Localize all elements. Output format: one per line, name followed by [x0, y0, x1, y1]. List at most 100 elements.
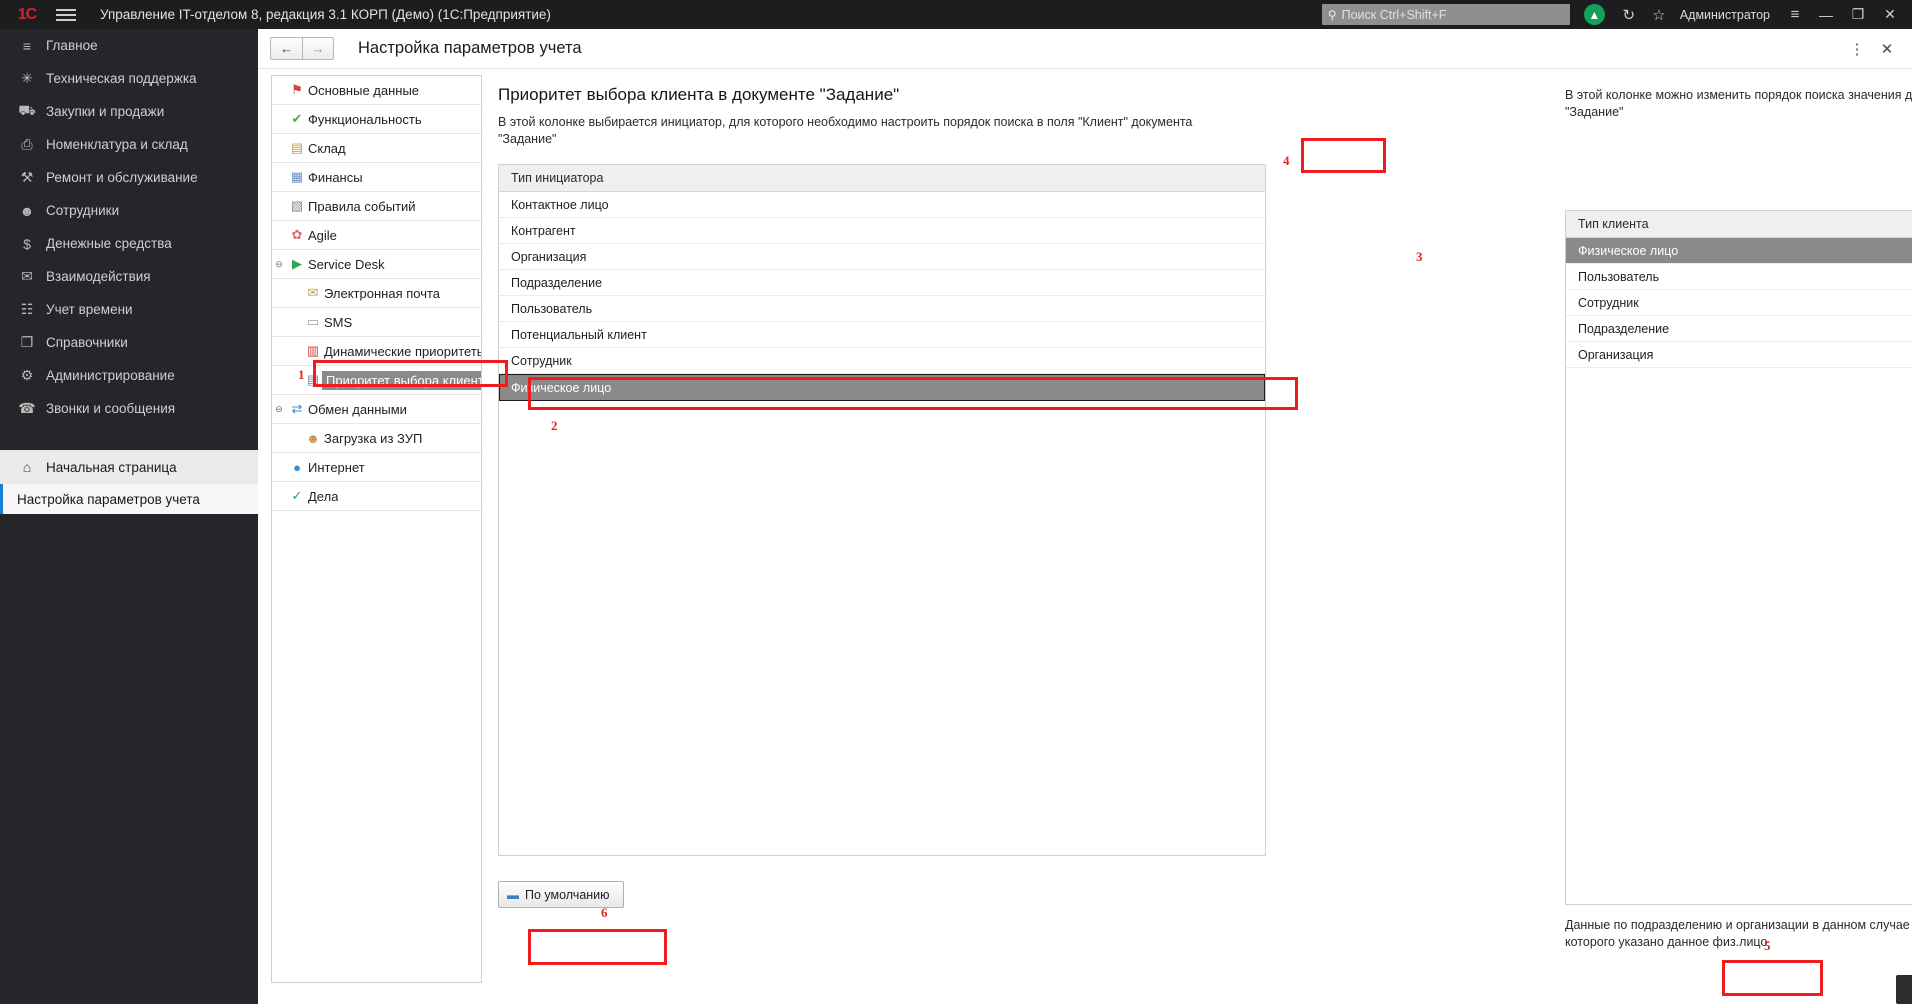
sidebar-item-label: Справочники: [46, 335, 128, 350]
sidebar-item-10[interactable]: ❐Справочники: [0, 326, 258, 359]
tree-item-1[interactable]: ⚑Основные данные: [272, 76, 481, 105]
client-type-row[interactable]: Подразделение: [1566, 316, 1912, 342]
sidebar-item-7[interactable]: $Денежные средства: [0, 227, 258, 260]
tree-item-2[interactable]: ✔Функциональность: [272, 105, 481, 134]
tree-item-10[interactable]: ▥Динамические приоритеты: [272, 337, 481, 366]
client-type-column-header: Тип клиента: [1566, 211, 1912, 238]
tree-item-6[interactable]: ✿Agile: [272, 221, 481, 250]
users-icon: ☻: [14, 203, 40, 219]
forward-button[interactable]: →: [302, 37, 334, 60]
initiator-row[interactable]: Потенциальный клиент: [499, 322, 1265, 348]
tree-item-12[interactable]: ⊖⇄Обмен данными: [272, 395, 481, 424]
app-logo-icon: 1C: [10, 6, 44, 24]
tree-collapse-icon[interactable]: ⊖: [272, 259, 286, 270]
sidebar-item-5[interactable]: ⚒Ремонт и обслуживание: [0, 161, 258, 194]
rules-icon: ▧: [286, 198, 308, 214]
sidebar-item-2[interactable]: ✳Техническая поддержка: [0, 62, 258, 95]
tree-item-14[interactable]: ●Интернет: [272, 453, 481, 482]
dialog-footer-buttons: OK Применить Закрыть: [1563, 975, 1912, 1004]
window-header-actions: ⋮ ✕: [1842, 34, 1912, 64]
tree-item-15[interactable]: ✓Дела: [272, 482, 481, 511]
notification-bell-icon[interactable]: ▲: [1584, 4, 1605, 25]
tree-item-label: Функциональность: [308, 112, 422, 127]
sidebar-item-12[interactable]: ☎Звонки и сообщения: [0, 392, 258, 425]
tree-item-3[interactable]: ▤Склад: [272, 134, 481, 163]
sidebar-item-1[interactable]: ≡Главное: [0, 29, 258, 62]
navigation-buttons: ← →: [270, 37, 334, 60]
settings-tree-rows: ⚑Основные данные✔Функциональность▤Склад▦…: [272, 76, 481, 511]
sidebar-item-label: Учет времени: [46, 302, 133, 317]
sidebar-item-home-label: Начальная страница: [46, 460, 177, 475]
client-type-column: В этой колонке можно изменить порядок по…: [1563, 75, 1912, 983]
sidebar-item-6[interactable]: ☻Сотрудники: [0, 194, 258, 227]
sidebar-item-8[interactable]: ✉Взаимодействия: [0, 260, 258, 293]
minimize-button[interactable]: —: [1810, 0, 1842, 29]
section-description: В этой колонке выбирается инициатор, для…: [498, 114, 1238, 148]
sidebar-open-window-item[interactable]: Настройка параметров учета: [0, 484, 258, 514]
restore-button[interactable]: ❐: [1842, 0, 1874, 29]
star-icon[interactable]: ☆: [1644, 0, 1674, 29]
finance-icon: ▦: [286, 169, 308, 185]
initiator-row[interactable]: Пользователь: [499, 296, 1265, 322]
sidebar-item-11[interactable]: ⚙Администрирование: [0, 359, 258, 392]
search-input[interactable]: ⚲ Поиск Ctrl+Shift+F: [1322, 4, 1570, 25]
heart-icon: ✔: [286, 111, 308, 127]
main-window: ← → Настройка параметров учета ⋮ ✕ ⚑Осно…: [258, 29, 1912, 1004]
more-vertical-icon[interactable]: ⋮: [1842, 34, 1872, 64]
tree-item-label: Agile: [308, 228, 337, 243]
initiator-row-selected[interactable]: Физическое лицо: [499, 374, 1265, 401]
initiator-row[interactable]: Подразделение: [499, 270, 1265, 296]
sidebar-item-9[interactable]: ☷Учет времени: [0, 293, 258, 326]
client-type-row[interactable]: Сотрудник: [1566, 290, 1912, 316]
truck-icon: ⛟: [14, 102, 40, 121]
tree-item-9[interactable]: ▭SMS: [272, 308, 481, 337]
initiator-row[interactable]: Контактное лицо: [499, 192, 1265, 218]
tree-item-5[interactable]: ▧Правила событий: [272, 192, 481, 221]
ok-button[interactable]: OK: [1896, 975, 1912, 1004]
sidebar-item-home[interactable]: ⌂ Начальная страница: [0, 450, 258, 484]
tree-item-label: Склад: [308, 141, 346, 156]
initiator-row[interactable]: Организация: [499, 244, 1265, 270]
play-icon: ▶: [286, 256, 308, 272]
main-menu-icon[interactable]: [56, 9, 82, 21]
sidebar-item-label: Взаимодействия: [46, 269, 151, 284]
client-type-row[interactable]: Пользователь: [1566, 264, 1912, 290]
menu-lines-icon[interactable]: ≡: [1780, 0, 1810, 29]
search-placeholder: Поиск Ctrl+Shift+F: [1342, 8, 1447, 22]
tree-item-label: SMS: [324, 315, 352, 330]
title-bar: 1C Управление IT-отделом 8, редакция 3.1…: [0, 0, 1912, 29]
tree-collapse-icon[interactable]: ⊖: [272, 404, 286, 415]
window-close-icon[interactable]: ✕: [1872, 34, 1902, 64]
client-type-row-selected[interactable]: Физическое лицо: [1566, 238, 1912, 264]
tree-item-13[interactable]: ☻Загрузка из ЗУП: [272, 424, 481, 453]
client-type-row[interactable]: Организация: [1566, 342, 1912, 368]
defaults-button[interactable]: ▬ По умолчанию: [498, 881, 624, 908]
initiator-rows: Контактное лицоКонтрагентОрганизацияПодр…: [499, 192, 1265, 401]
tree-item-11[interactable]: ▤Приоритет выбора клиента: [272, 366, 481, 395]
initiator-column-header: Тип инициатора: [499, 165, 1265, 192]
check-icon: ✓: [286, 488, 308, 504]
printer-icon: ⎙: [14, 136, 40, 153]
history-clock-icon[interactable]: ↻: [1614, 0, 1644, 29]
chart-icon: ▥: [302, 343, 324, 359]
tree-item-4[interactable]: ▦Финансы: [272, 163, 481, 192]
sidebar-item-label: Закупки и продажи: [46, 104, 164, 119]
sidebar-item-label: Ремонт и обслуживание: [46, 170, 198, 185]
sidebar-item-3[interactable]: ⛟ Закупки и продажи: [0, 95, 258, 128]
section-title: Приоритет выбора клиента в документе "За…: [498, 85, 1296, 105]
sms-icon: ▭: [302, 314, 324, 330]
close-button[interactable]: ✕: [1874, 0, 1906, 29]
app-title: Управление IT-отделом 8, редакция 3.1 КО…: [100, 7, 551, 22]
support-icon: ✳: [14, 70, 40, 87]
current-user-label: Администратор: [1680, 8, 1770, 22]
tree-item-8[interactable]: ✉Электронная почта: [272, 279, 481, 308]
tree-item-7[interactable]: ⊖▶Service Desk: [272, 250, 481, 279]
page-title: Настройка параметров учета: [358, 39, 582, 58]
initiator-row[interactable]: Контрагент: [499, 218, 1265, 244]
client-type-grid[interactable]: Тип клиента Физическое лицоПользовательС…: [1565, 210, 1912, 905]
initiator-row[interactable]: Сотрудник: [499, 348, 1265, 374]
initiator-grid[interactable]: Тип инициатора Контактное лицоКонтрагент…: [498, 164, 1266, 856]
back-button[interactable]: ←: [270, 37, 302, 60]
settings-tree[interactable]: ⚑Основные данные✔Функциональность▤Склад▦…: [271, 75, 482, 983]
sidebar-item-4[interactable]: ⎙Номенклатура и склад: [0, 128, 258, 161]
